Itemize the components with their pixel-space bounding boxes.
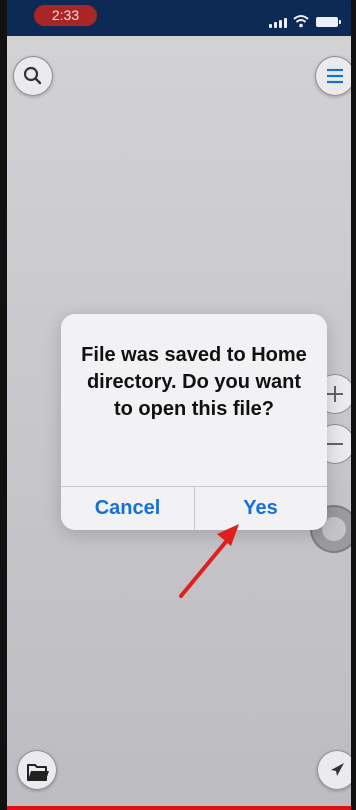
phone-screen: 2:33 File was saved to Home directory. D…: [7, 0, 351, 810]
annotation-arrow: [179, 524, 239, 598]
progress-line: [7, 806, 351, 810]
